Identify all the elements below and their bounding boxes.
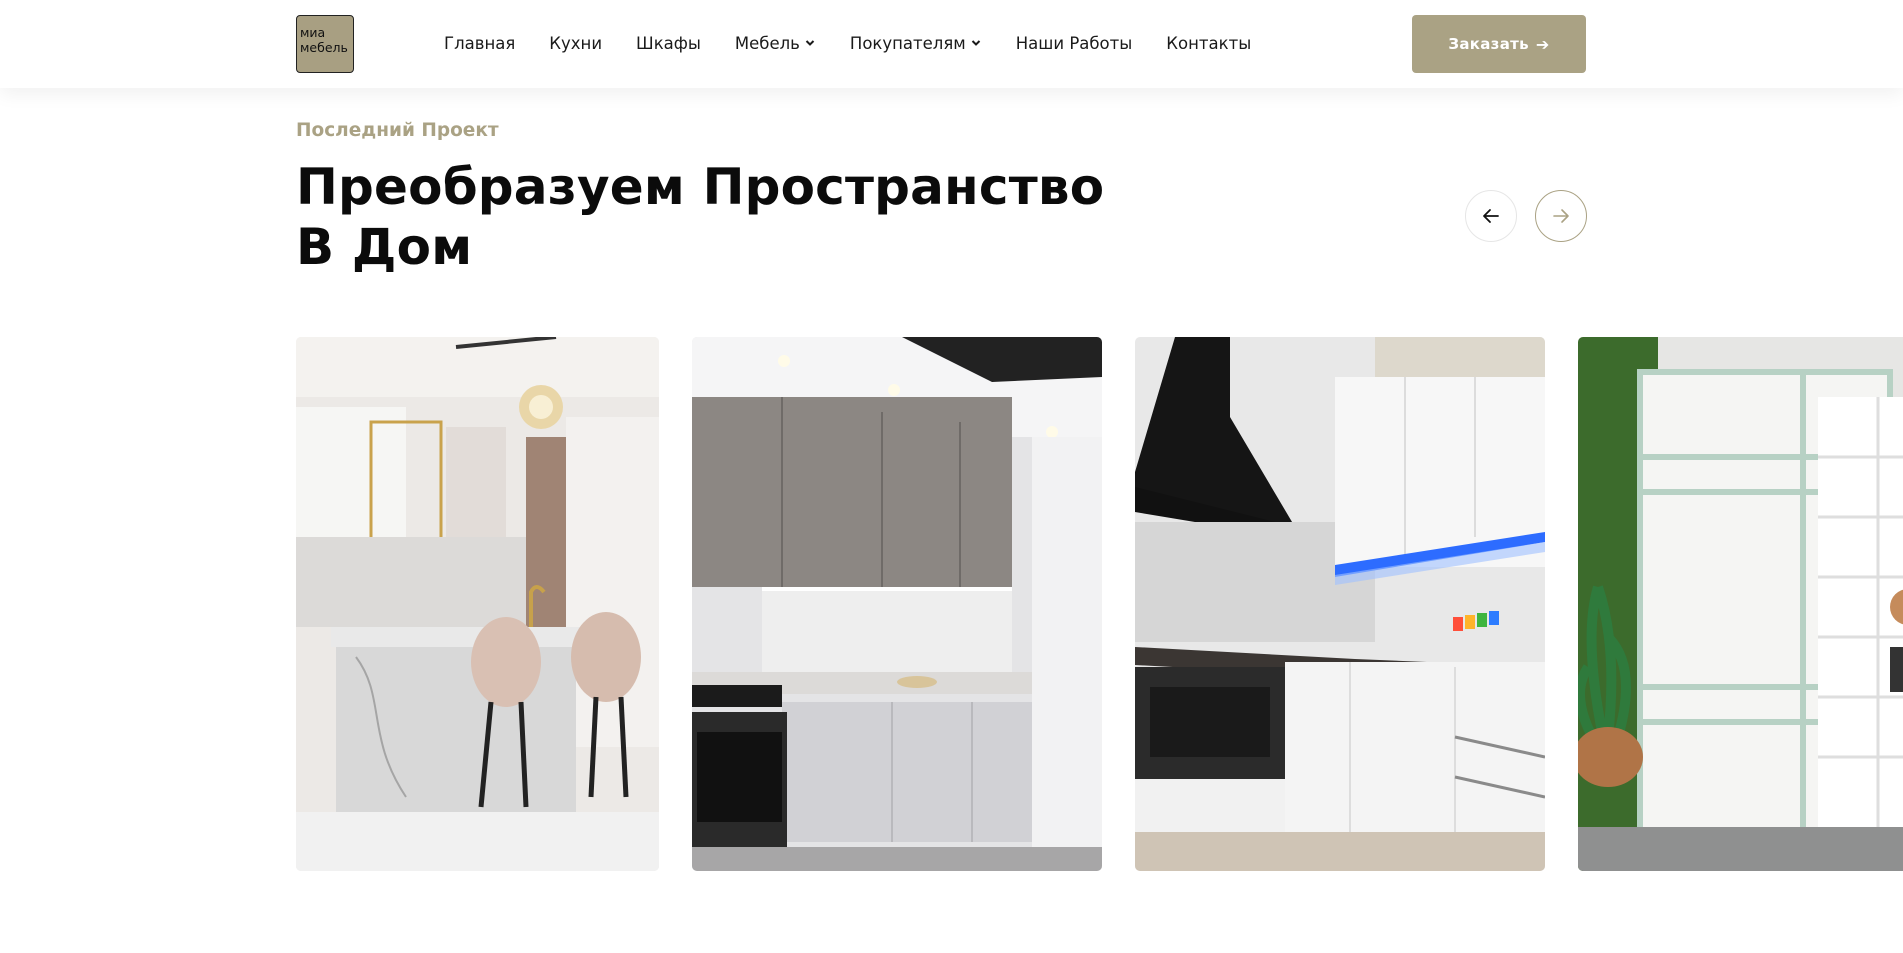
- section-eyebrow: Последний Проект: [296, 120, 499, 141]
- project-slide[interactable]: [1135, 337, 1545, 871]
- main-nav: Главная Кухни Шкафы Мебель Покупателям Н…: [444, 30, 1285, 56]
- project-slide[interactable]: [296, 337, 659, 871]
- section-title: Преобразуем Пространство В Дом: [296, 157, 1196, 277]
- arrow-left-icon: [1483, 209, 1499, 223]
- nav-item-home[interactable]: Главная: [444, 34, 515, 53]
- kitchen-photo: [1135, 337, 1545, 871]
- nav-item-label: Контакты: [1166, 33, 1252, 53]
- nav-item-label: Мебель: [734, 33, 800, 53]
- section-title-line-2: В Дом: [296, 218, 473, 276]
- slider-next-button[interactable]: [1535, 190, 1587, 242]
- nav-item-label: Наши Работы: [1015, 33, 1133, 53]
- nav-item-label: Главная: [444, 33, 516, 53]
- nav-item-contacts[interactable]: Контакты: [1166, 34, 1251, 53]
- nav-item-furniture[interactable]: Мебель: [735, 34, 816, 53]
- nav-item-our-works[interactable]: Наши Работы: [1016, 34, 1133, 53]
- projects-slider[interactable]: [296, 337, 1903, 871]
- logo-line-1: миа: [300, 25, 326, 40]
- nav-item-wardrobes[interactable]: Шкафы: [636, 34, 701, 53]
- nav-item-kitchens[interactable]: Кухни: [549, 34, 602, 53]
- project-slide[interactable]: [692, 337, 1102, 871]
- logo-line-2: мебель: [300, 40, 348, 55]
- nav-item-buyers[interactable]: Покупателям: [850, 34, 982, 53]
- project-slide[interactable]: [1578, 337, 1903, 871]
- nav-item-label: Шкафы: [636, 33, 701, 53]
- order-button-label: Заказать: [1448, 35, 1529, 53]
- chevron-down-icon: [971, 40, 980, 46]
- chevron-down-icon: [805, 40, 815, 46]
- section-title-line-1: Преобразуем Пространство: [296, 158, 1105, 216]
- brand-logo[interactable]: миа мебель: [296, 15, 354, 73]
- site-header: миа мебель Главная Кухни Шкафы Мебель По…: [0, 0, 1903, 88]
- wardrobe-photo: [1578, 337, 1903, 871]
- arrow-right-icon: [1553, 209, 1569, 223]
- arrow-right-icon: ➔: [1535, 34, 1550, 54]
- slider-prev-button[interactable]: [1465, 190, 1517, 242]
- kitchen-photo: [296, 337, 659, 871]
- nav-item-label: Покупателям: [849, 33, 966, 53]
- order-button[interactable]: Заказать ➔: [1412, 15, 1586, 73]
- nav-item-label: Кухни: [549, 33, 603, 53]
- kitchen-photo: [692, 337, 1102, 871]
